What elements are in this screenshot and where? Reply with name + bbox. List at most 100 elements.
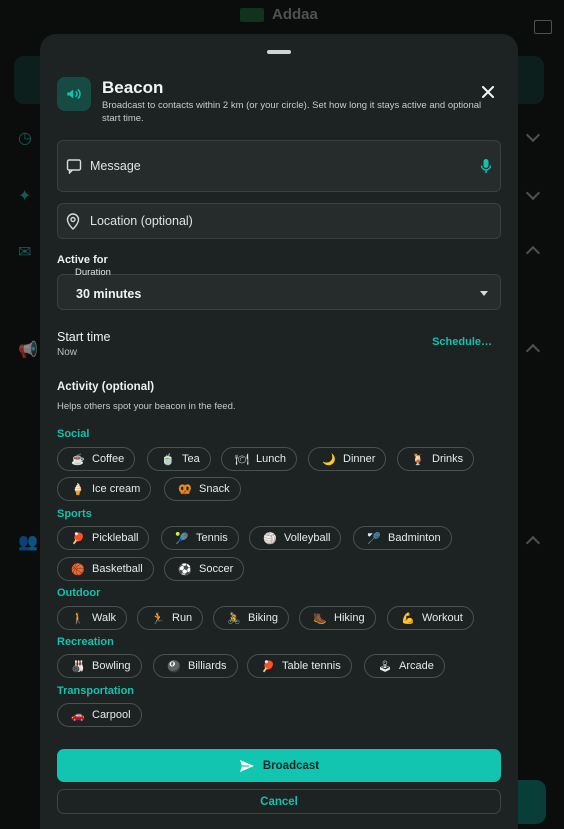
message-field[interactable]: Message <box>57 140 501 192</box>
chip-label: Walk <box>92 612 117 624</box>
bike-icon: 🚴 <box>227 612 241 625</box>
ice-cream-icon: 🍦 <box>71 483 85 496</box>
beacon-sheet: Beacon Broadcast to contacts within 2 km… <box>40 34 518 829</box>
bowling-icon: 🎳 <box>71 660 85 673</box>
duration-select[interactable]: 30 minutes <box>57 274 501 310</box>
activity-help: Helps others spot your beacon in the fee… <box>57 401 236 412</box>
plate-icon: 🍽 <box>235 453 249 466</box>
microphone-icon[interactable] <box>480 158 492 179</box>
car-icon: 🚗 <box>71 709 85 722</box>
chip-dinner[interactable]: 🌙 Dinner <box>308 447 387 471</box>
tea-icon: 🍵 <box>161 453 175 466</box>
category-sports: Sports <box>57 508 92 520</box>
chip-label: Basketball <box>92 563 143 575</box>
broadcast-label: Broadcast <box>262 759 320 772</box>
chip-table-tennis[interactable]: 🏓 Table tennis <box>247 654 352 678</box>
chip-billiards[interactable]: 🎱 Billiards <box>153 654 238 678</box>
chip-arcade[interactable]: 🕹 Arcade <box>364 654 445 678</box>
chip-label: Ice cream <box>92 483 141 495</box>
chip-label: Biking <box>248 612 278 624</box>
duration-value: 30 minutes <box>76 287 142 301</box>
location-field[interactable]: Location (optional) <box>57 203 501 239</box>
chip-label: Tea <box>182 453 200 465</box>
muscle-icon: 💪 <box>401 612 415 625</box>
chip-label: Pickleball <box>92 532 139 544</box>
chip-volleyball[interactable]: 🏐 Volleyball <box>249 526 342 550</box>
chip-walk[interactable]: 🚶 Walk <box>57 606 128 630</box>
schedule-button[interactable]: Schedule… <box>432 336 492 348</box>
chip-soccer[interactable]: ⚽ Soccer <box>164 557 245 581</box>
close-button[interactable] <box>478 82 498 102</box>
chip-pickleball[interactable]: 🏓 Pickleball <box>57 526 150 550</box>
chip-label: Carpool <box>92 709 131 721</box>
walk-icon: 🚶 <box>71 612 85 625</box>
chip-label: Arcade <box>399 660 434 672</box>
chip-label: Bowling <box>92 660 131 672</box>
chip-label: Workout <box>422 612 463 624</box>
chip-label: Run <box>172 612 193 624</box>
category-transportation: Transportation <box>57 685 135 697</box>
moon-icon: 🌙 <box>322 453 336 466</box>
duration-caption: Duration <box>75 267 111 278</box>
billiards-icon: 🎱 <box>167 660 181 673</box>
cancel-button[interactable]: Cancel <box>57 789 501 814</box>
paddle-icon: 🏓 <box>261 660 275 673</box>
send-icon <box>239 759 254 772</box>
start-time-value: Now <box>57 347 78 358</box>
activity-title: Activity (optional) <box>57 381 155 393</box>
chip-badminton[interactable]: 🏸 Badminton <box>353 526 452 550</box>
location-placeholder: Location (optional) <box>90 214 193 228</box>
sheet-subtitle: Broadcast to contacts within 2 km (or yo… <box>102 100 482 124</box>
chip-label: Table tennis <box>282 660 341 672</box>
chip-run[interactable]: 🏃 Run <box>137 606 204 630</box>
soccer-icon: ⚽ <box>178 563 192 576</box>
chip-biking[interactable]: 🚴 Biking <box>213 606 289 630</box>
category-social: Social <box>57 428 90 440</box>
drag-handle[interactable] <box>267 50 291 54</box>
message-placeholder: Message <box>90 159 141 173</box>
volleyball-icon: 🏐 <box>263 532 277 545</box>
megaphone-icon <box>57 77 91 111</box>
chip-label: Billiards <box>188 660 227 672</box>
chip-drinks[interactable]: 🍹 Drinks <box>397 447 475 471</box>
drink-icon: 🍹 <box>411 453 425 466</box>
chip-lunch[interactable]: 🍽 Lunch <box>221 447 297 471</box>
sheet-title: Beacon <box>102 78 164 97</box>
pretzel-icon: 🥨 <box>178 483 192 496</box>
badminton-icon: 🏸 <box>367 532 381 545</box>
broadcast-button[interactable]: Broadcast <box>57 749 501 782</box>
paddle-icon: 🏓 <box>71 532 85 545</box>
chip-label: Hiking <box>334 612 365 624</box>
run-icon: 🏃 <box>151 612 165 625</box>
chip-workout[interactable]: 💪 Workout <box>387 606 474 630</box>
start-time-label: Start time <box>57 330 111 344</box>
category-recreation: Recreation <box>57 636 114 648</box>
tennis-icon: 🎾 <box>175 532 189 545</box>
coffee-icon: ☕ <box>71 453 85 466</box>
chip-tennis[interactable]: 🎾 Tennis <box>161 526 239 550</box>
joystick-icon: 🕹 <box>378 660 392 673</box>
chip-coffee[interactable]: ☕ Coffee <box>57 447 136 471</box>
chip-carpool[interactable]: 🚗 Carpool <box>57 703 142 727</box>
chip-ice-cream[interactable]: 🍦 Ice cream <box>57 477 152 501</box>
chip-label: Coffee <box>92 453 125 465</box>
chip-bowling[interactable]: 🎳 Bowling <box>57 654 142 678</box>
chip-tea[interactable]: 🍵 Tea <box>147 447 211 471</box>
basketball-icon: 🏀 <box>71 563 85 576</box>
chip-label: Soccer <box>199 563 234 575</box>
boot-icon: 🥾 <box>313 612 327 625</box>
chip-snack[interactable]: 🥨 Snack <box>164 477 241 501</box>
chip-label: Snack <box>199 483 230 495</box>
close-icon <box>482 86 494 98</box>
dropdown-caret-icon <box>480 291 488 296</box>
location-pin-icon <box>66 213 80 235</box>
active-for-label: Active for <box>57 254 108 266</box>
chip-label: Volleyball <box>284 532 331 544</box>
chip-label: Dinner <box>343 453 376 465</box>
chat-icon <box>66 158 82 179</box>
chip-label: Lunch <box>256 453 286 465</box>
chip-hiking[interactable]: 🥾 Hiking <box>299 606 376 630</box>
chip-basketball[interactable]: 🏀 Basketball <box>57 557 154 581</box>
category-outdoor: Outdoor <box>57 587 101 599</box>
chip-label: Drinks <box>432 453 464 465</box>
